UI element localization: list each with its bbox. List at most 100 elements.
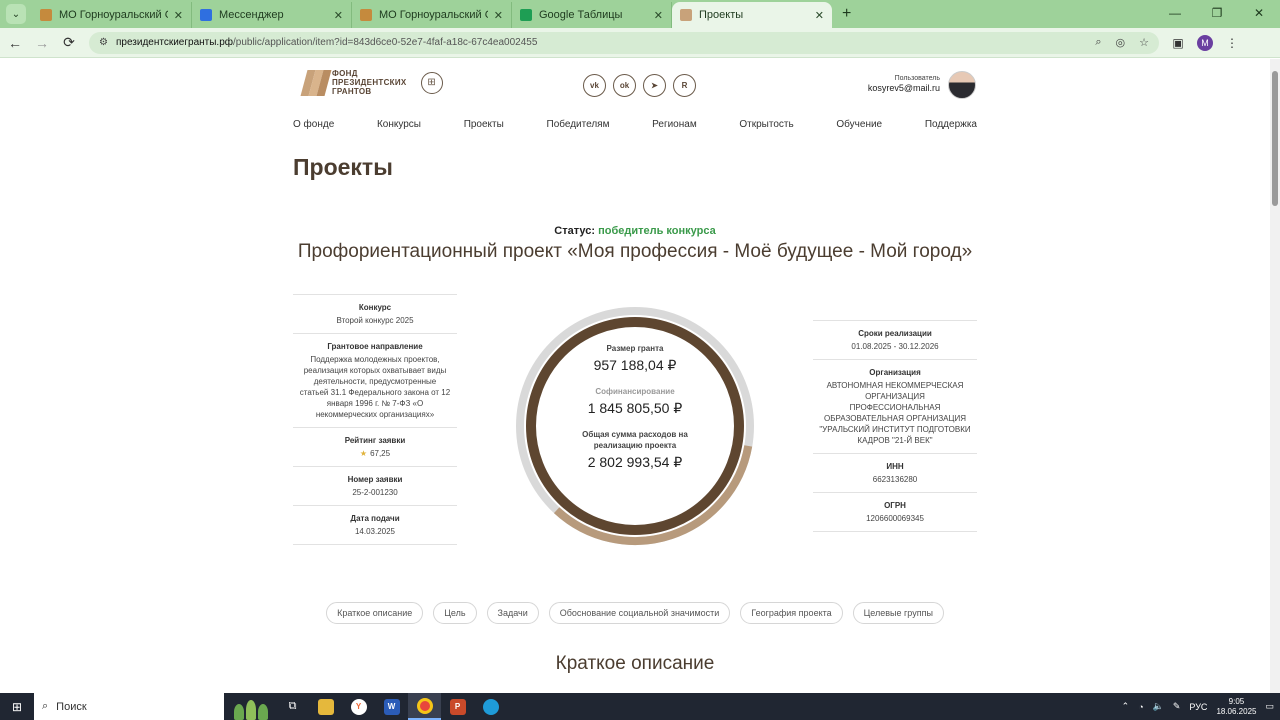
info-block: Сроки реализации 01.08.2025 - 30.12.2026 (813, 320, 977, 359)
browser-tab[interactable]: Проекты ✕ (672, 2, 832, 28)
browser-tab-strip: ⌄ МО Горноуральский Свердло✕Мессенджер✕М… (0, 0, 1280, 28)
url-field[interactable]: ⚙ президентскиегранты.рф /public/applica… (89, 31, 1159, 54)
new-tab-button[interactable]: + (842, 5, 851, 23)
grant-value: 957 188,04 ₽ (593, 357, 677, 373)
extensions-icon[interactable]: ▣ (1167, 36, 1189, 50)
clock-date: 18.06.2025 (1216, 706, 1257, 716)
edge-icon[interactable] (474, 693, 507, 720)
profile-avatar[interactable]: M (1197, 34, 1213, 51)
info-block: ОГРН 1206600069345 (813, 492, 977, 532)
windows-start-icon[interactable]: ⊞ (0, 700, 34, 714)
info-block: Организация АВТОНОМНАЯ НЕКОММЕРЧЕСКАЯ ОРГ… (813, 359, 977, 453)
logo-mark-icon (300, 69, 332, 96)
chrome-icon[interactable] (408, 693, 441, 720)
tab-search-button[interactable]: ⌄ (6, 4, 26, 24)
vk-icon[interactable]: vk (583, 74, 606, 97)
project-title: Профориентационный проект «Моя профессия… (297, 241, 973, 262)
logo-line-3: ГРАНТОВ (332, 87, 372, 96)
tab-close-icon[interactable]: ✕ (334, 9, 343, 22)
close-window-button[interactable]: ✕ (1238, 0, 1280, 26)
tab-favicon-icon (680, 9, 692, 21)
browser-tab[interactable]: МО Горноуральский Свердло ✕ (32, 2, 192, 28)
section-tab-pill[interactable]: Целевые группы (852, 602, 944, 624)
url-path: /public/application/item?id=843d6ce0-52e… (233, 37, 538, 48)
info-key: Номер заявки (347, 475, 403, 484)
rutube-icon[interactable]: R (673, 74, 696, 97)
user-email: kosyrev5@mail.ru (867, 83, 940, 93)
search-highlight-image (226, 693, 276, 720)
social-links: vk ok ➤ R (583, 74, 696, 97)
back-button[interactable]: ← (3, 35, 27, 51)
task-view-icon[interactable]: ⧉ (276, 693, 309, 720)
volume-icon[interactable]: 🔈 (1153, 701, 1164, 712)
eye-off-icon[interactable]: ◎ (1116, 36, 1126, 49)
cofinancing-label: Софинансирование (595, 387, 675, 396)
info-value: 01.08.2025 - 30.12.2026 (851, 342, 939, 351)
nav-item[interactable]: О фонде (293, 119, 334, 130)
language-indicator[interactable]: РУС (1189, 702, 1207, 712)
nav-item[interactable]: Обучение (836, 119, 882, 130)
nav-item[interactable]: Конкурсы (377, 119, 421, 130)
user-block[interactable]: Пользователь kosyrev5@mail.ru (850, 75, 940, 93)
nav-item[interactable]: Поддержка (925, 119, 977, 130)
os-taskbar: ⊞ ⌕ Поиск ⧉ Y W P ⌃ ◔ 🔈 ✎ РУС 9:05 18.06… (0, 693, 1280, 720)
browser-tab[interactable]: Мессенджер ✕ (192, 2, 352, 28)
nav-item[interactable]: Проекты (464, 119, 504, 130)
forward-button[interactable]: → (30, 35, 54, 51)
total-value: 2 802 993,54 ₽ (587, 454, 683, 470)
nav-item[interactable]: Регионам (652, 119, 697, 130)
main-navigation: О фонде Конкурсы Проекты Победителям Региона… (293, 119, 977, 130)
status-label: Статус: (554, 225, 596, 237)
bookmark-star-icon[interactable]: ☆ (1139, 36, 1149, 49)
user-avatar[interactable] (948, 71, 976, 99)
word-icon[interactable]: W (375, 693, 408, 720)
tab-favicon-icon (520, 9, 532, 21)
nav-item[interactable]: Победителям (547, 119, 610, 130)
tab-close-icon[interactable]: ✕ (815, 9, 824, 22)
nav-item[interactable]: Открытость (739, 119, 793, 130)
search-label: Поиск (56, 700, 87, 713)
page-scrollbar[interactable] (1270, 59, 1280, 693)
maximize-button[interactable]: ❐ (1196, 0, 1238, 26)
tab-close-icon[interactable]: ✕ (654, 9, 663, 22)
reload-button[interactable]: ⟳ (57, 34, 81, 51)
file-explorer-icon[interactable] (309, 693, 342, 720)
section-tab-pill[interactable]: Задачи (486, 602, 539, 624)
info-block: Рейтинг заявки ★ 67,25 (293, 427, 457, 466)
info-key: Сроки реализации (858, 329, 932, 338)
site-info-icon[interactable]: ⚙ (99, 37, 108, 48)
powerpoint-icon[interactable]: P (441, 693, 474, 720)
tab-close-icon[interactable]: ✕ (494, 9, 503, 22)
system-tray: ⌃ ◔ 🔈 ✎ РУС 9:05 18.06.2025 ▭ (1122, 697, 1280, 717)
tab-title: Проекты (699, 9, 744, 21)
tab-title: МО Горноуральский Свердло (379, 9, 488, 21)
scrollbar-thumb[interactable] (1272, 71, 1278, 206)
minimize-button[interactable]: — (1154, 0, 1196, 26)
site-logo[interactable]: ФОНД ПРЕЗИДЕНТСКИХ ГРАНТОВ ⊞ (300, 69, 443, 96)
notifications-icon[interactable]: ▭ (1265, 701, 1274, 712)
network-icon[interactable]: ◔ (1138, 702, 1143, 712)
services-grid-icon[interactable]: ⊞ (420, 71, 443, 94)
address-bar-row: ← → ⟳ ⚙ президентскиегранты.рф /public/a… (0, 28, 1280, 58)
section-tab-pill[interactable]: Краткое описание (326, 602, 424, 624)
taskbar-search[interactable]: ⌕ Поиск (34, 693, 224, 720)
info-value: Поддержка молодежных проектов, реализаци… (299, 355, 451, 419)
tray-chevron-icon[interactable]: ⌃ (1122, 701, 1130, 712)
info-key: Организация (869, 368, 921, 377)
user-label: Пользователь (894, 75, 940, 82)
clock[interactable]: 9:05 18.06.2025 (1216, 697, 1256, 717)
browser-tab[interactable]: МО Горноуральский Свердло ✕ (352, 2, 512, 28)
info-value: 25-2-001230 (352, 488, 398, 497)
section-tab-pill[interactable]: География проекта (740, 602, 843, 624)
section-tab-pill[interactable]: Обоснование социальной значимости (548, 602, 731, 624)
section-tab-pill[interactable]: Цель (433, 602, 477, 624)
tab-close-icon[interactable]: ✕ (174, 9, 183, 22)
browser-tab[interactable]: Google Таблицы ✕ (512, 2, 672, 28)
browser-menu-icon[interactable]: ⋮ (1221, 36, 1243, 50)
pen-icon[interactable]: ✎ (1173, 701, 1181, 712)
yandex-browser-icon[interactable]: Y (342, 693, 375, 720)
zoom-icon[interactable]: ⌕ (1095, 36, 1101, 49)
star-icon: ★ (359, 449, 368, 458)
ok-icon[interactable]: ok (613, 74, 636, 97)
telegram-icon[interactable]: ➤ (643, 74, 666, 97)
